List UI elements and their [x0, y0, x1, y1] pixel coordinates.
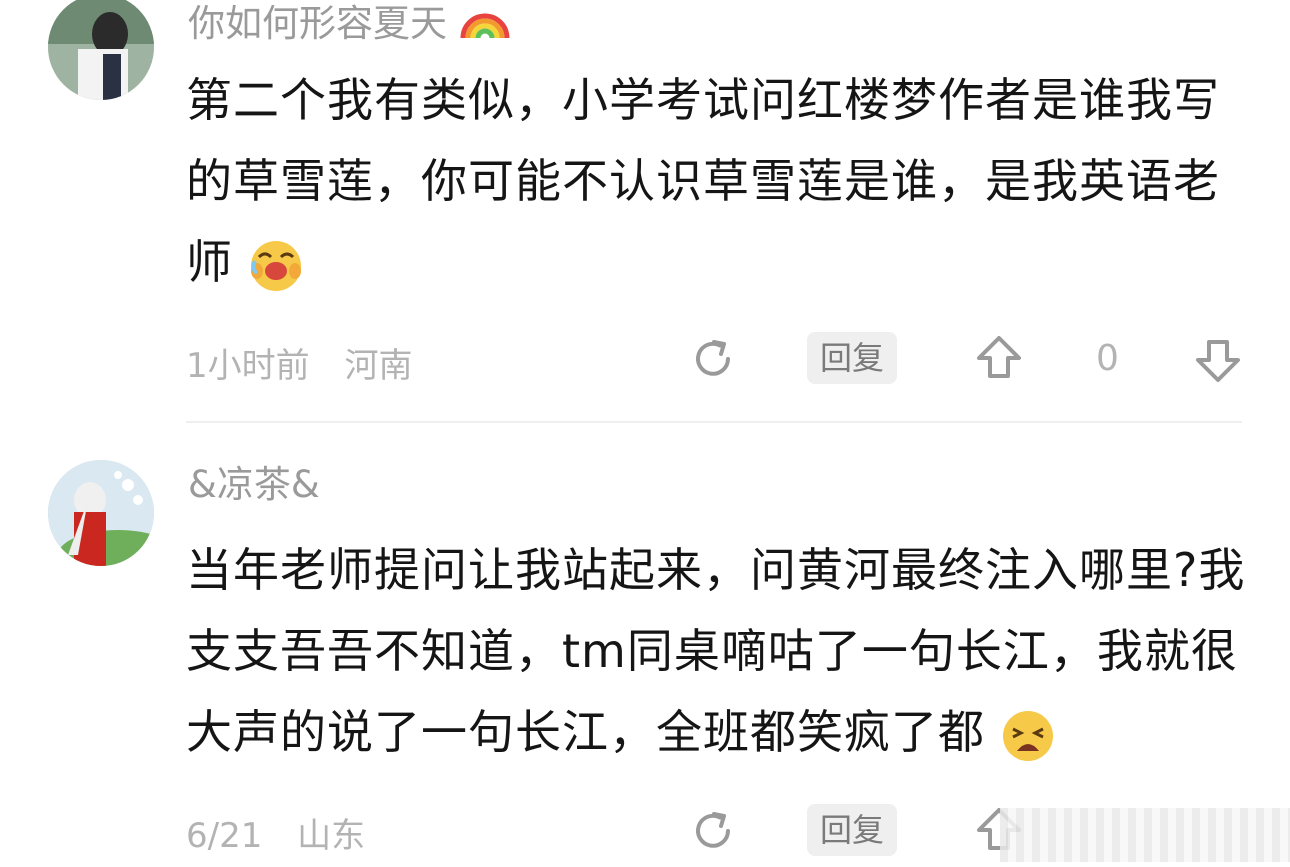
weary-face-emoji [1002, 710, 1053, 761]
comment-text: 当年老师提问让我站起来，问黄河最终注入哪里?我支支吾吾不知道，tm同桌嘀咕了一句… [186, 530, 1256, 773]
laughing-crying-emoji [250, 240, 301, 291]
watermark-overlay [1000, 808, 1290, 862]
divider [186, 421, 1242, 423]
comment-meta: 1小时前 河南 [186, 338, 436, 387]
share-icon[interactable] [690, 808, 736, 854]
share-icon[interactable] [690, 336, 736, 382]
rainbow-emoji [460, 13, 510, 39]
timestamp: 1小时前 [186, 346, 310, 386]
like-count: 0 [1096, 338, 1119, 379]
username[interactable]: 你如何形容夏天 [188, 0, 511, 47]
location: 河南 [344, 346, 413, 386]
username[interactable]: &凉茶& [188, 462, 320, 508]
reply-button[interactable]: 回复 [807, 332, 897, 384]
timestamp: 6/21 [186, 816, 263, 856]
reply-button[interactable]: 回复 [807, 804, 897, 856]
comment-meta: 6/21 山东 [186, 808, 389, 857]
location: 山东 [297, 816, 366, 856]
upvote-icon[interactable] [975, 334, 1023, 382]
comment-text: 第二个我有类似，小学考试问红楼梦作者是谁我写的草雪莲，你可能不认识草雪莲是谁，是… [186, 60, 1256, 303]
avatar[interactable] [48, 0, 154, 100]
downvote-icon[interactable] [1194, 336, 1242, 384]
avatar[interactable] [48, 460, 154, 566]
